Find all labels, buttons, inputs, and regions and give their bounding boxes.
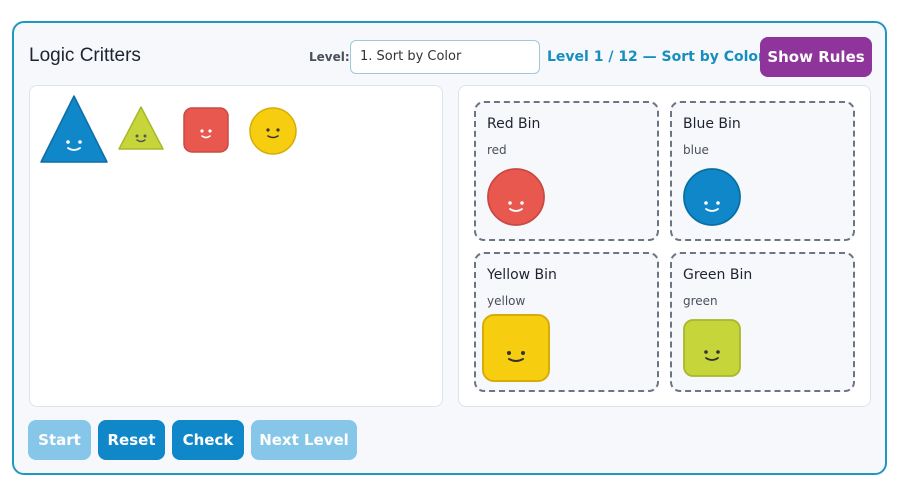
critter-red-square[interactable]: [182, 106, 230, 154]
bins-panel: Red Bin red Blue Bin blue Yellow Bin yel…: [458, 85, 871, 407]
bin-green[interactable]: Green Bin green: [670, 252, 855, 392]
bin-name: Blue Bin: [683, 116, 741, 132]
reset-button[interactable]: Reset: [98, 420, 165, 460]
critter-red-circle[interactable]: [486, 167, 546, 227]
critter-blue-triangle[interactable]: [39, 94, 109, 164]
bin-rule: green: [683, 294, 718, 308]
bin-name: Yellow Bin: [487, 267, 557, 283]
bin-rule: red: [487, 143, 507, 157]
bin-rule: yellow: [487, 294, 526, 308]
bin-red[interactable]: Red Bin red: [474, 101, 659, 241]
bin-name: Green Bin: [683, 267, 753, 283]
app-window: Logic Critters Level: 1. Sort by Color L…: [12, 21, 887, 475]
critter-yellow-square[interactable]: [481, 313, 551, 383]
level-status: Level 1 / 12 — Sort by Color: [547, 49, 765, 65]
critter-green-triangle[interactable]: [117, 105, 165, 151]
bin-blue[interactable]: Blue Bin blue: [670, 101, 855, 241]
show-rules-button[interactable]: Show Rules: [760, 37, 872, 77]
critter-green-square[interactable]: [682, 318, 742, 378]
critter-pool: [29, 85, 443, 407]
critter-blue-circle[interactable]: [682, 167, 742, 227]
bin-yellow[interactable]: Yellow Bin yellow: [474, 252, 659, 392]
critter-yellow-circle[interactable]: [248, 106, 298, 156]
level-label: Level:: [309, 50, 350, 64]
app-title: Logic Critters: [29, 45, 141, 66]
bin-name: Red Bin: [487, 116, 541, 132]
start-button[interactable]: Start: [28, 420, 91, 460]
bin-rule: blue: [683, 143, 709, 157]
next-level-button[interactable]: Next Level: [251, 420, 357, 460]
check-button[interactable]: Check: [172, 420, 244, 460]
level-select[interactable]: 1. Sort by Color: [350, 40, 540, 74]
